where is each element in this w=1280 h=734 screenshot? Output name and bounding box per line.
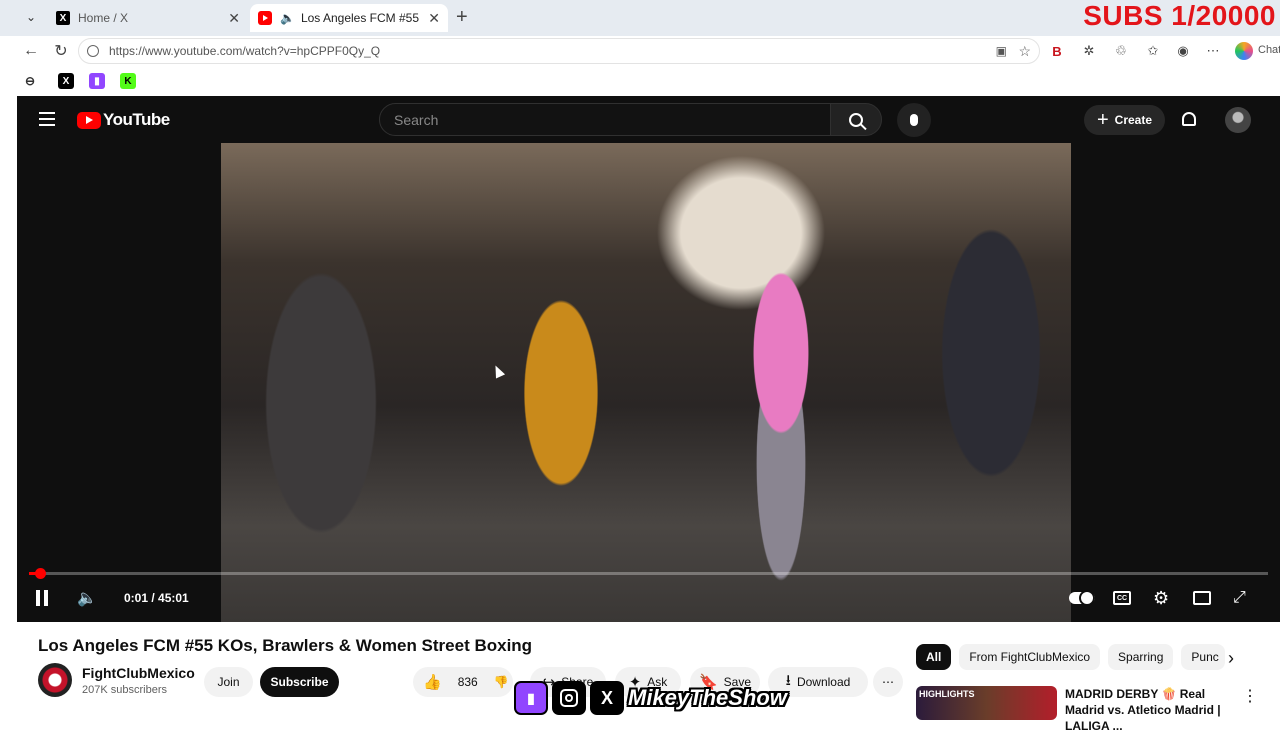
create-label: Create bbox=[1114, 113, 1153, 127]
more-menu-icon[interactable]: ⋯ bbox=[1202, 40, 1224, 62]
video-player[interactable] bbox=[221, 143, 1071, 622]
new-tab-icon[interactable]: + bbox=[456, 6, 468, 29]
scrubber-handle[interactable] bbox=[35, 568, 46, 579]
related-chips: All From FightClubMexico Sparring Punc bbox=[916, 644, 1233, 670]
video-frame-street-boxing bbox=[221, 143, 1071, 622]
browser-essentials-icon[interactable]: ♲ bbox=[1110, 40, 1132, 62]
chip-from-channel[interactable]: From FightClubMexico bbox=[959, 644, 1101, 670]
captions-icon[interactable]: CC bbox=[1113, 591, 1131, 605]
settings-gear-icon[interactable]: ⚙ bbox=[1153, 586, 1169, 610]
join-button[interactable]: Join bbox=[204, 667, 253, 697]
subscriber-count: 207K subscribers bbox=[82, 684, 167, 696]
pause-button[interactable] bbox=[36, 586, 52, 610]
youtube-logo-text: YouTube bbox=[103, 110, 170, 129]
thumbs-up-icon: 👍 bbox=[423, 674, 442, 691]
link-bookmark-icon[interactable]: ⊖ bbox=[22, 73, 38, 89]
speaker-icon[interactable]: 🔈 bbox=[280, 11, 295, 25]
chip-punch[interactable]: Punc bbox=[1181, 644, 1226, 670]
chip-all[interactable]: All bbox=[916, 644, 952, 670]
bookmarks-bar: ⊖ X ▮ K bbox=[0, 66, 1280, 96]
thumbs-down-icon: 👎 bbox=[493, 675, 509, 689]
copilot-icon[interactable] bbox=[1233, 40, 1255, 62]
thumbnail-label: HIGHLIGHTS bbox=[919, 689, 975, 699]
fullscreen-icon[interactable]: ⤢ bbox=[1233, 586, 1246, 610]
extension-b-icon[interactable]: B bbox=[1046, 40, 1068, 62]
youtube-logo[interactable]: YouTube bbox=[77, 110, 170, 130]
twitch-bookmark-icon[interactable]: ▮ bbox=[89, 73, 105, 89]
progress-bar[interactable] bbox=[29, 568, 1268, 579]
chat-label[interactable]: Chat bbox=[1258, 44, 1280, 56]
search-input[interactable]: Search bbox=[379, 103, 831, 136]
x-favicon-icon: X bbox=[56, 11, 70, 25]
url-field[interactable]: https://www.youtube.com/watch?v=hpCPPF0Q… bbox=[78, 38, 1040, 64]
dislike-button[interactable]: 👎 bbox=[486, 667, 516, 697]
subscribe-button[interactable]: Subscribe bbox=[260, 667, 339, 697]
channel-name[interactable]: FightClubMexico bbox=[82, 665, 195, 681]
more-actions-icon[interactable]: ⋯ bbox=[873, 667, 903, 697]
tab-close-icon[interactable]: ✕ bbox=[228, 10, 240, 27]
miniplayer-icon[interactable] bbox=[1193, 591, 1211, 605]
search-icon bbox=[849, 112, 863, 127]
channel-avatar[interactable] bbox=[38, 663, 72, 697]
chevron-right-icon[interactable]: › bbox=[1228, 648, 1234, 669]
extensions-puzzle-icon[interactable]: ✲ bbox=[1078, 40, 1100, 62]
youtube-favicon-icon bbox=[258, 11, 272, 25]
streamer-handle: MikeyTheShow bbox=[628, 685, 787, 710]
time-display: 0:01 / 45:01 bbox=[124, 591, 189, 605]
video-title: Los Angeles FCM #55 KOs, Brawlers & Wome… bbox=[38, 636, 533, 655]
plus-icon: + bbox=[1096, 108, 1109, 131]
notifications-bell-icon[interactable] bbox=[1179, 108, 1199, 130]
autoplay-toggle[interactable] bbox=[1069, 586, 1095, 610]
tab-close-icon[interactable]: ✕ bbox=[428, 10, 440, 27]
tab-youtube-video[interactable]: 🔈 Los Angeles FCM #55 KOs, Br ✕ bbox=[250, 4, 448, 32]
create-button[interactable]: + Create bbox=[1084, 105, 1165, 135]
youtube-page: YouTube Search + Create 🔈 0:01 / 45:01 C… bbox=[17, 96, 1280, 622]
tab-list-dropdown-icon[interactable]: ⌄ bbox=[20, 6, 42, 28]
recommendation-thumbnail[interactable]: HIGHLIGHTS bbox=[916, 686, 1057, 720]
url-text: https://www.youtube.com/watch?v=hpCPPF0Q… bbox=[109, 44, 381, 58]
chip-sparring[interactable]: Sparring bbox=[1108, 644, 1174, 670]
youtube-play-logo-icon bbox=[77, 111, 101, 129]
favorites-icon[interactable]: ✩ bbox=[1142, 40, 1164, 62]
kick-bookmark-icon[interactable]: K bbox=[120, 73, 136, 89]
download-label: Download bbox=[796, 675, 851, 689]
account-avatar[interactable] bbox=[1225, 107, 1251, 133]
refresh-icon[interactable]: ↻ bbox=[50, 40, 72, 62]
microphone-icon bbox=[910, 114, 918, 126]
site-info-icon[interactable] bbox=[87, 45, 99, 57]
volume-icon[interactable]: 🔈 bbox=[77, 586, 97, 610]
tab-title: Home / X bbox=[78, 11, 129, 25]
recommendation-title[interactable]: MADRID DERBY 🍿 Real Madrid vs. Atletico … bbox=[1065, 686, 1235, 734]
hamburger-menu-icon[interactable] bbox=[39, 112, 55, 126]
twitch-icon: ▮ bbox=[514, 681, 548, 715]
subs-counter-overlay: SUBS 1/20000 bbox=[1083, 0, 1276, 31]
favorite-star-icon[interactable]: ☆ bbox=[1018, 43, 1031, 60]
x-logo-icon: X bbox=[590, 681, 624, 715]
instagram-icon bbox=[552, 681, 586, 715]
tab-home-x[interactable]: X Home / X ✕ bbox=[48, 4, 248, 32]
browser-tab-strip: ⌄ X Home / X ✕ 🔈 Los Angeles FCM #55 KOs… bbox=[0, 0, 1280, 36]
split-screen-icon[interactable]: ▣ bbox=[996, 44, 1007, 58]
x-bookmark-icon[interactable]: X bbox=[58, 73, 74, 89]
search-button[interactable] bbox=[830, 103, 882, 136]
voice-search-button[interactable] bbox=[897, 103, 931, 137]
streamer-social-overlay: ▮ X MikeyTheShow bbox=[514, 680, 787, 716]
profile-ring-icon[interactable]: ◉ bbox=[1172, 40, 1194, 62]
back-arrow-icon[interactable]: ← bbox=[20, 40, 42, 62]
like-count: 836 bbox=[457, 675, 478, 689]
recommendation-menu-icon[interactable]: ⋮ bbox=[1242, 686, 1258, 706]
tab-title: Los Angeles FCM #55 KOs, Br bbox=[300, 11, 422, 25]
